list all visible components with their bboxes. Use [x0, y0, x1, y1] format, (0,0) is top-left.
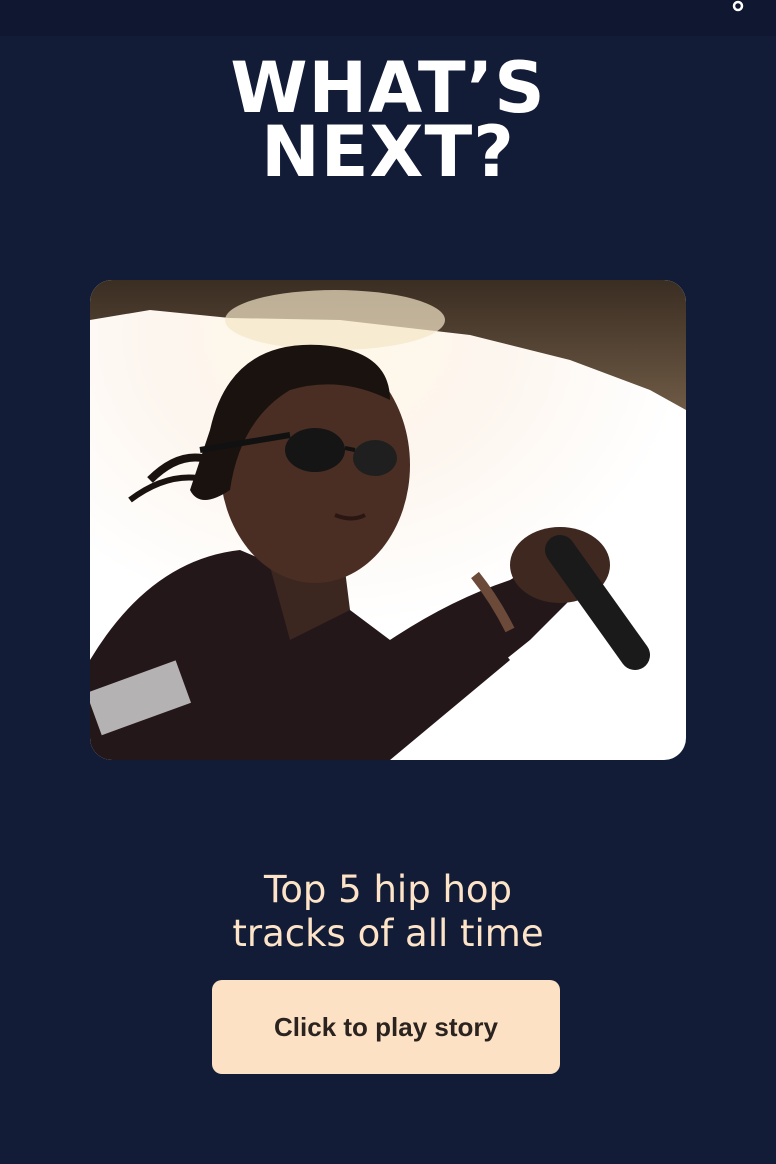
story-image: [90, 280, 686, 760]
story-title-line-2: tracks of all time: [232, 912, 544, 955]
top-bar: [0, 0, 776, 36]
story-title: Top 5 hip hop tracks of all time: [0, 868, 776, 956]
page-title-line-2: NEXT?: [261, 111, 515, 193]
page-title: WHAT’S NEXT?: [0, 53, 776, 193]
play-story-button[interactable]: Click to play story: [212, 980, 560, 1074]
share-icon[interactable]: [728, 0, 748, 12]
story-title-line-1: Top 5 hip hop: [263, 868, 513, 911]
